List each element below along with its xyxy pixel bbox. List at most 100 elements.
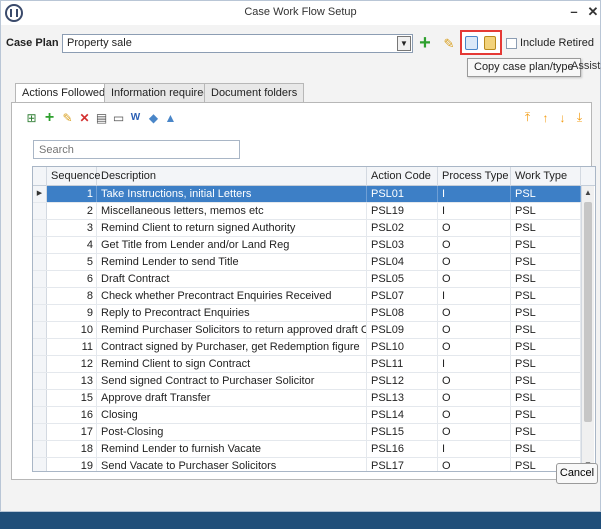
search-input[interactable] [33, 140, 240, 159]
cell-sequence[interactable]: 4 [47, 237, 97, 253]
tab-document-folders[interactable]: Document folders [204, 83, 305, 102]
cell-process-type[interactable]: O [438, 220, 511, 236]
cell-work-type[interactable]: PSL [511, 220, 581, 236]
cell-sequence[interactable]: 11 [47, 339, 97, 355]
filter-icon[interactable]: ◆ [147, 111, 160, 125]
new-row-icon[interactable]: ⊞ [25, 111, 38, 125]
row-indicator[interactable] [33, 203, 47, 219]
cell-process-type[interactable]: O [438, 407, 511, 423]
move-bottom-icon[interactable]: ⤓ [573, 110, 586, 124]
cell-description[interactable]: Remind Lender to furnish Vacate [97, 441, 367, 457]
cell-sequence[interactable]: 16 [47, 407, 97, 423]
column-header-description[interactable]: Description [97, 167, 367, 186]
cell-process-type[interactable]: O [438, 322, 511, 338]
move-up-arrow-icon[interactable]: ↑ [539, 111, 552, 125]
row-indicator[interactable] [33, 407, 47, 423]
table-row[interactable]: 10 Remind Purchaser Solicitors to return … [33, 322, 581, 339]
cell-action-code[interactable]: PSL03 [367, 237, 438, 253]
cell-action-code[interactable]: PSL13 [367, 390, 438, 406]
cell-description[interactable]: Remind Purchaser Solicitors to return ap… [97, 322, 367, 338]
edit-case-plan-button[interactable]: ✎ [441, 36, 457, 52]
edit-icon[interactable]: ✎ [61, 111, 74, 125]
cell-process-type[interactable]: O [438, 271, 511, 287]
cell-work-type[interactable]: PSL [511, 424, 581, 440]
row-indicator[interactable] [33, 390, 47, 406]
cell-action-code[interactable]: PSL08 [367, 305, 438, 321]
cell-action-code[interactable]: PSL16 [367, 441, 438, 457]
cell-process-type[interactable]: O [438, 305, 511, 321]
row-indicator[interactable] [33, 356, 47, 372]
cancel-button[interactable]: Cancel [556, 463, 598, 484]
scrollbar-thumb[interactable] [584, 202, 592, 422]
table-row[interactable]: 2 Miscellaneous letters, memos etc PSL19 I P… [33, 203, 581, 220]
cell-process-type[interactable]: O [438, 373, 511, 389]
cell-action-code[interactable]: PSL10 [367, 339, 438, 355]
cell-action-code[interactable]: PSL17 [367, 458, 438, 471]
table-row[interactable]: 17 Post-Closing PSL15 O PSL [33, 424, 581, 441]
current-row-indicator-icon[interactable]: ▶ [33, 186, 47, 202]
cell-description[interactable]: Get Title from Lender and/or Land Reg [97, 237, 367, 253]
cell-sequence[interactable]: 2 [47, 203, 97, 219]
table-row[interactable]: 16 Closing PSL14 O PSL [33, 407, 581, 424]
cell-action-code[interactable]: PSL02 [367, 220, 438, 236]
cell-process-type[interactable]: O [438, 254, 511, 270]
cell-work-type[interactable]: PSL [511, 339, 581, 355]
cell-action-code[interactable]: PSL09 [367, 322, 438, 338]
table-row[interactable]: 13 Send signed Contract to Purchaser Soli… [33, 373, 581, 390]
cell-process-type[interactable]: O [438, 458, 511, 471]
cell-work-type[interactable]: PSL [511, 441, 581, 457]
table-row[interactable]: 3 Remind Client to return signed Authorit… [33, 220, 581, 237]
cell-action-code[interactable]: PSL15 [367, 424, 438, 440]
cell-process-type[interactable]: I [438, 203, 511, 219]
row-indicator[interactable] [33, 424, 47, 440]
cell-work-type[interactable]: PSL [511, 356, 581, 372]
minimize-button[interactable]: – [566, 4, 582, 20]
cell-work-type[interactable]: PSL [511, 288, 581, 304]
delete-icon[interactable]: ✕ [78, 111, 91, 125]
row-indicator[interactable] [33, 322, 47, 338]
column-header-work-type[interactable]: Work Type [511, 167, 581, 186]
tab-information-required[interactable]: Information required [104, 83, 217, 102]
row-indicator[interactable] [33, 373, 47, 389]
cell-action-code[interactable]: PSL11 [367, 356, 438, 372]
cell-sequence[interactable]: 12 [47, 356, 97, 372]
table-row[interactable]: 15 Approve draft Transfer PSL13 O PSL [33, 390, 581, 407]
cell-process-type[interactable]: I [438, 288, 511, 304]
cell-action-code[interactable]: PSL04 [367, 254, 438, 270]
cell-work-type[interactable]: PSL [511, 237, 581, 253]
cell-sequence[interactable]: 13 [47, 373, 97, 389]
cell-action-code[interactable]: PSL14 [367, 407, 438, 423]
move-top-icon[interactable]: ⤒ [521, 110, 534, 124]
cell-description[interactable]: Miscellaneous letters, memos etc [97, 203, 367, 219]
table-row[interactable]: 6 Draft Contract PSL05 O PSL [33, 271, 581, 288]
table-row[interactable]: 5 Remind Lender to send Title PSL04 O PSL [33, 254, 581, 271]
table-row[interactable]: 11 Contract signed by Purchaser, get Rede… [33, 339, 581, 356]
cell-description[interactable]: Contract signed by Purchaser, get Redemp… [97, 339, 367, 355]
cell-sequence[interactable]: 18 [47, 441, 97, 457]
move-up-icon[interactable]: ▲ [164, 111, 177, 125]
cell-description[interactable]: Closing [97, 407, 367, 423]
cell-description[interactable]: Remind Client to sign Contract [97, 356, 367, 372]
row-indicator[interactable] [33, 237, 47, 253]
row-indicator[interactable] [33, 458, 47, 471]
export-icon[interactable]: ▭ [112, 111, 125, 125]
cell-work-type[interactable]: PSL [511, 305, 581, 321]
table-row[interactable]: 18 Remind Lender to furnish Vacate PSL16 I P… [33, 441, 581, 458]
scroll-up-icon[interactable]: ▲ [582, 186, 594, 199]
cell-description[interactable]: Approve draft Transfer [97, 390, 367, 406]
print-icon[interactable]: ▤ [95, 111, 108, 125]
column-header-sequence[interactable]: Sequence [47, 167, 101, 186]
cell-action-code[interactable]: PSL01 [367, 186, 438, 202]
cell-sequence[interactable]: 9 [47, 305, 97, 321]
case-plan-select[interactable]: Property sale ▼ [62, 34, 413, 53]
cell-process-type[interactable]: I [438, 186, 511, 202]
cell-sequence[interactable]: 19 [47, 458, 97, 471]
table-row[interactable]: 12 Remind Client to sign Contract PSL11 I PS… [33, 356, 581, 373]
row-indicator[interactable] [33, 220, 47, 236]
row-indicator[interactable] [33, 271, 47, 287]
tab-actions-followed[interactable]: Actions Followed [15, 83, 113, 103]
cell-description[interactable]: Reply to Precontract Enquiries [97, 305, 367, 321]
cell-action-code[interactable]: PSL07 [367, 288, 438, 304]
cell-description[interactable]: Take Instructions, initial Letters [97, 186, 367, 202]
table-row[interactable]: ▶ 1 Take Instructions, initial Letters PSL0… [33, 186, 581, 203]
